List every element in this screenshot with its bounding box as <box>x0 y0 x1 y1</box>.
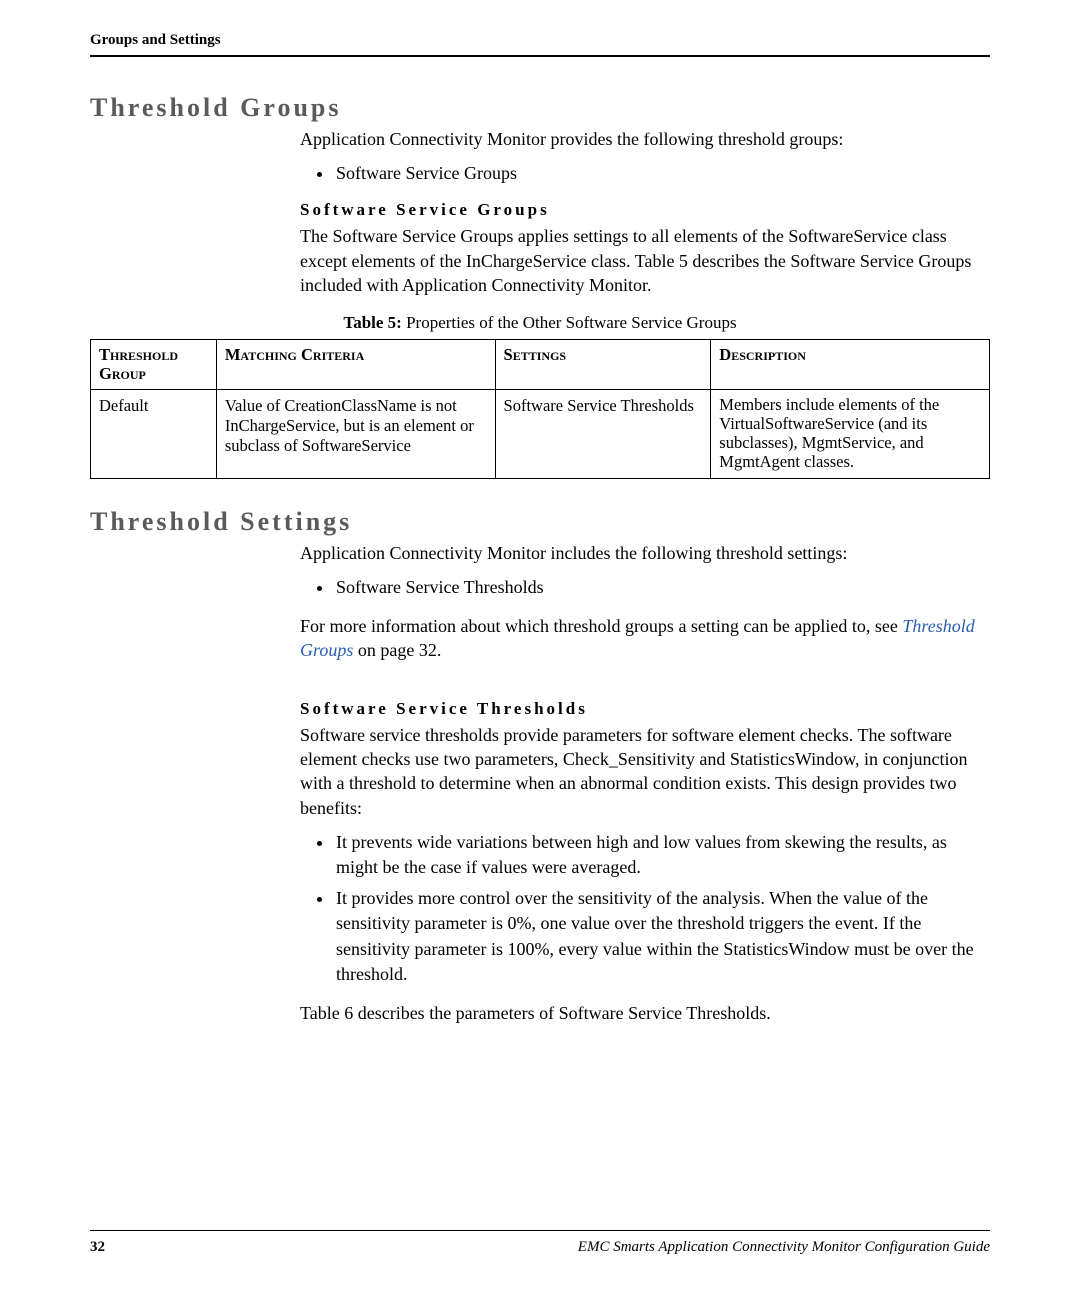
more-info-after: on page 32. <box>353 640 441 660</box>
section2-intro: Application Connectivity Monitor include… <box>300 541 990 565</box>
section1-bullet-list: Software Service Groups <box>300 161 990 186</box>
th-criteria: Matching Criteria <box>216 340 495 389</box>
page-footer: 32 EMC Smarts Application Connectivity M… <box>90 1230 990 1256</box>
th-description: Description <box>711 340 990 389</box>
document-page: Groups and Settings Threshold Groups App… <box>0 0 1080 1296</box>
td-criteria: Value of CreationClassName is not InChar… <box>216 389 495 478</box>
subheading-sst: Software Service Thresholds <box>300 699 990 719</box>
sst-closing: Table 6 describes the parameters of Soft… <box>300 1001 990 1025</box>
more-info-before: For more information about which thresho… <box>300 616 902 636</box>
properties-table: Threshold Group Matching Criteria Settin… <box>90 339 990 478</box>
section1-content: Application Connectivity Monitor provide… <box>300 127 990 297</box>
table-header-row: Threshold Group Matching Criteria Settin… <box>91 340 990 389</box>
section2-more-info: For more information about which thresho… <box>300 614 990 663</box>
ssg-paragraph: The Software Service Groups applies sett… <box>300 224 990 297</box>
heading-threshold-settings: Threshold Settings <box>90 507 990 537</box>
heading-threshold-groups: Threshold Groups <box>90 93 990 123</box>
table-row: Default Value of CreationClassName is no… <box>91 389 990 478</box>
table-caption-text: Properties of the Other Software Service… <box>402 313 737 332</box>
running-head: Groups and Settings <box>90 32 990 57</box>
footer-title: EMC Smarts Application Connectivity Moni… <box>578 1239 990 1256</box>
section1-intro: Application Connectivity Monitor provide… <box>300 127 990 151</box>
th-group: Threshold Group <box>91 340 217 389</box>
th-settings: Settings <box>495 340 711 389</box>
section2-content: Application Connectivity Monitor include… <box>300 541 990 1026</box>
table-caption-label: Table 5: <box>343 313 401 332</box>
td-settings: Software Service Thresholds <box>495 389 711 478</box>
page-number: 32 <box>90 1239 105 1256</box>
table-caption: Table 5: Properties of the Other Softwar… <box>90 313 990 333</box>
td-description: Members include elements of the VirtualS… <box>711 389 990 478</box>
list-item: It provides more control over the sensit… <box>334 886 990 987</box>
list-item: Software Service Groups <box>334 161 990 186</box>
subheading-ssg: Software Service Groups <box>300 200 990 220</box>
sst-paragraph: Software service thresholds provide para… <box>300 723 990 820</box>
section2-bullet-list: Software Service Thresholds <box>300 575 990 600</box>
sst-benefits-list: It prevents wide variations between high… <box>300 830 990 987</box>
list-item: It prevents wide variations between high… <box>334 830 990 880</box>
list-item: Software Service Thresholds <box>334 575 990 600</box>
td-group: Default <box>91 389 217 478</box>
